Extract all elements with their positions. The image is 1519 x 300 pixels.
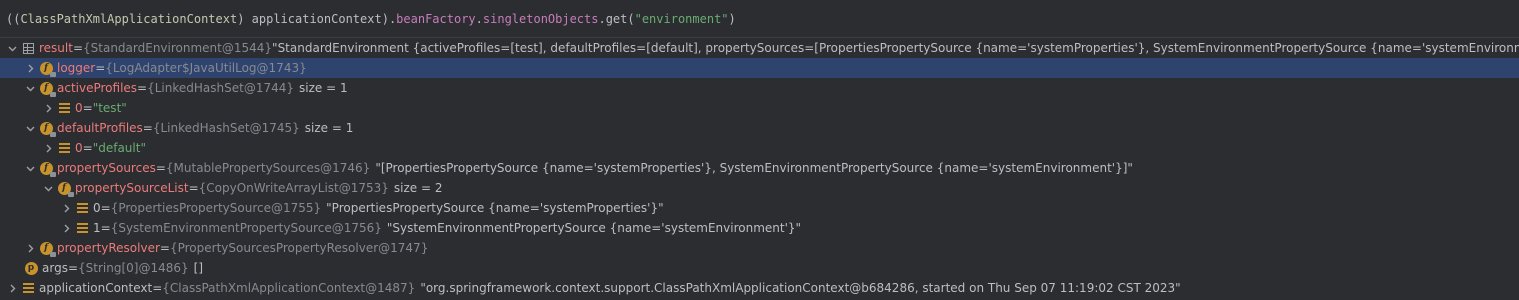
chevron-right-icon[interactable] [60, 218, 72, 238]
var-value: "SystemEnvironmentPropertySource {name='… [386, 221, 802, 235]
equals-sign: = [82, 141, 93, 155]
tree-row-propertySourceList-0[interactable]: 0 = {PropertiesPropertySource@1755} "Prop… [0, 198, 1519, 218]
var-name: propertyResolver [57, 241, 160, 255]
var-value: "default" [92, 141, 146, 155]
equals-sign: = [188, 181, 199, 195]
tree-row-propertyResolver[interactable]: f propertyResolver = {PropertySourcesPro… [0, 238, 1519, 258]
parameter-icon: p [24, 261, 38, 275]
var-type: {LogAdapter$JavaUtilLog@1743} [105, 61, 307, 75]
tree-row-logger[interactable]: f logger = {LogAdapter$JavaUtilLog@1743} [0, 58, 1519, 78]
equals-sign: = [82, 101, 93, 115]
var-size: size = 2 [393, 181, 443, 195]
chevron-down-icon[interactable] [6, 38, 18, 58]
expr-field2: singletonObjects [482, 11, 599, 26]
expr-close: ). [381, 11, 397, 26]
tree-row-propertySources[interactable]: f propertySources = {MutablePropertySour… [0, 158, 1519, 178]
var-value: "[PropertiesPropertySource {name='system… [375, 161, 1133, 175]
expr-dot: . [475, 11, 483, 26]
var-type: {String[0]@1486} [78, 261, 189, 275]
element-icon [75, 201, 89, 215]
var-name: result [39, 41, 73, 55]
equals-sign: = [137, 81, 148, 95]
var-type: {CopyOnWriteArrayList@1753} [198, 181, 389, 195]
var-type: {ClassPathXmlApplicationContext@1487} [162, 281, 416, 295]
chevron-down-icon[interactable] [24, 158, 36, 178]
var-value: "test" [92, 101, 127, 115]
var-name: 0 [75, 141, 83, 155]
chevron-right-icon[interactable] [42, 138, 54, 158]
tree-row-propertySourceList[interactable]: f propertySourceList = {CopyOnWriteArray… [0, 178, 1519, 198]
var-type: {LinkedHashSet@1745} [152, 121, 300, 135]
var-name: 1 [93, 221, 101, 235]
var-name: args [42, 261, 68, 275]
var-value: "StandardEnvironment {activeProfiles=[te… [272, 41, 1519, 55]
field-icon: f [39, 61, 56, 77]
chevron-right-icon[interactable] [24, 58, 36, 78]
element-icon [57, 101, 71, 115]
variables-tree: result = {StandardEnvironment@1544} "Stan… [0, 38, 1519, 298]
equals-sign: = [159, 241, 170, 255]
variable-icon [21, 281, 35, 295]
var-value: [] [193, 261, 204, 275]
field-icon: f [39, 241, 56, 257]
chevron-right-icon[interactable] [42, 98, 54, 118]
chevron-right-icon[interactable] [60, 198, 72, 218]
equals-sign: = [72, 41, 84, 55]
equals-sign: = [152, 281, 163, 295]
tree-row-propertySourceList-1[interactable]: 1 = {SystemEnvironmentPropertySource@175… [0, 218, 1519, 238]
expr-open: (( [6, 11, 21, 26]
tree-row-defaultProfiles-0[interactable]: 0 = "default" [0, 138, 1519, 158]
var-name: activeProfiles [57, 81, 138, 95]
table-icon [21, 41, 35, 55]
chevron-down-icon[interactable] [42, 178, 54, 198]
expr-field: beanFactory [396, 11, 476, 26]
evaluate-expression-bar[interactable]: ((ClassPathXmlApplicationContext) applic… [0, 0, 1519, 38]
expr-var: applicationContext [244, 11, 382, 26]
var-name: propertySourceList [75, 181, 189, 195]
tree-row-activeProfiles-0[interactable]: 0 = "test" [0, 98, 1519, 118]
var-name: 0 [93, 201, 101, 215]
equals-sign: = [142, 121, 153, 135]
var-type: {MutablePropertySources@1746} [165, 161, 371, 175]
equals-sign: = [67, 261, 79, 275]
var-name: logger [57, 61, 96, 75]
var-type: {PropertiesPropertySource@1755} [110, 201, 322, 215]
var-value: "PropertiesPropertySource {name='systemP… [326, 201, 664, 215]
tree-row-defaultProfiles[interactable]: f defaultProfiles = {LinkedHashSet@1745}… [0, 118, 1519, 138]
equals-sign: = [155, 161, 166, 175]
equals-sign: = [100, 221, 111, 235]
chevron-down-icon[interactable] [24, 118, 36, 138]
field-icon: f [39, 161, 56, 177]
var-name: 0 [75, 101, 83, 115]
tree-row-result[interactable]: result = {StandardEnvironment@1544} "Stan… [0, 38, 1519, 58]
var-value: "org.springframework.context.support.Cla… [420, 281, 1181, 295]
field-icon: f [39, 121, 56, 137]
expr-end: ) [728, 11, 736, 26]
expr-arg: "environment" [634, 11, 729, 26]
equals-sign: = [95, 61, 106, 75]
chevron-down-icon[interactable] [24, 78, 36, 98]
var-size: size = 1 [304, 121, 354, 135]
var-type: {StandardEnvironment@1544} [83, 41, 273, 55]
field-icon: f [57, 181, 74, 197]
equals-sign: = [100, 201, 111, 215]
var-type: {PropertySourcesPropertyResolver@1747} [169, 241, 429, 255]
expr-method: .get( [598, 11, 635, 26]
element-icon [75, 221, 89, 235]
element-icon [57, 141, 71, 155]
var-name: defaultProfiles [57, 121, 143, 135]
expr-cast-class: ClassPathXmlApplicationContext [20, 11, 238, 26]
var-size: size = 1 [299, 81, 348, 95]
field-icon: f [39, 81, 56, 97]
tree-row-args[interactable]: p args = {String[0]@1486} [] [0, 258, 1519, 278]
var-name: propertySources [57, 161, 156, 175]
tree-row-activeProfiles[interactable]: f activeProfiles = {LinkedHashSet@1744} s… [0, 78, 1519, 98]
expr-close-cast: ) [237, 11, 245, 26]
chevron-right-icon[interactable] [24, 238, 36, 258]
tree-row-applicationContext[interactable]: applicationContext = {ClassPathXmlApplic… [0, 278, 1519, 298]
var-type: {SystemEnvironmentPropertySource@1756} [110, 221, 382, 235]
var-name: applicationContext [39, 281, 153, 295]
chevron-right-icon[interactable] [6, 278, 18, 298]
var-type: {LinkedHashSet@1744} [147, 81, 295, 95]
